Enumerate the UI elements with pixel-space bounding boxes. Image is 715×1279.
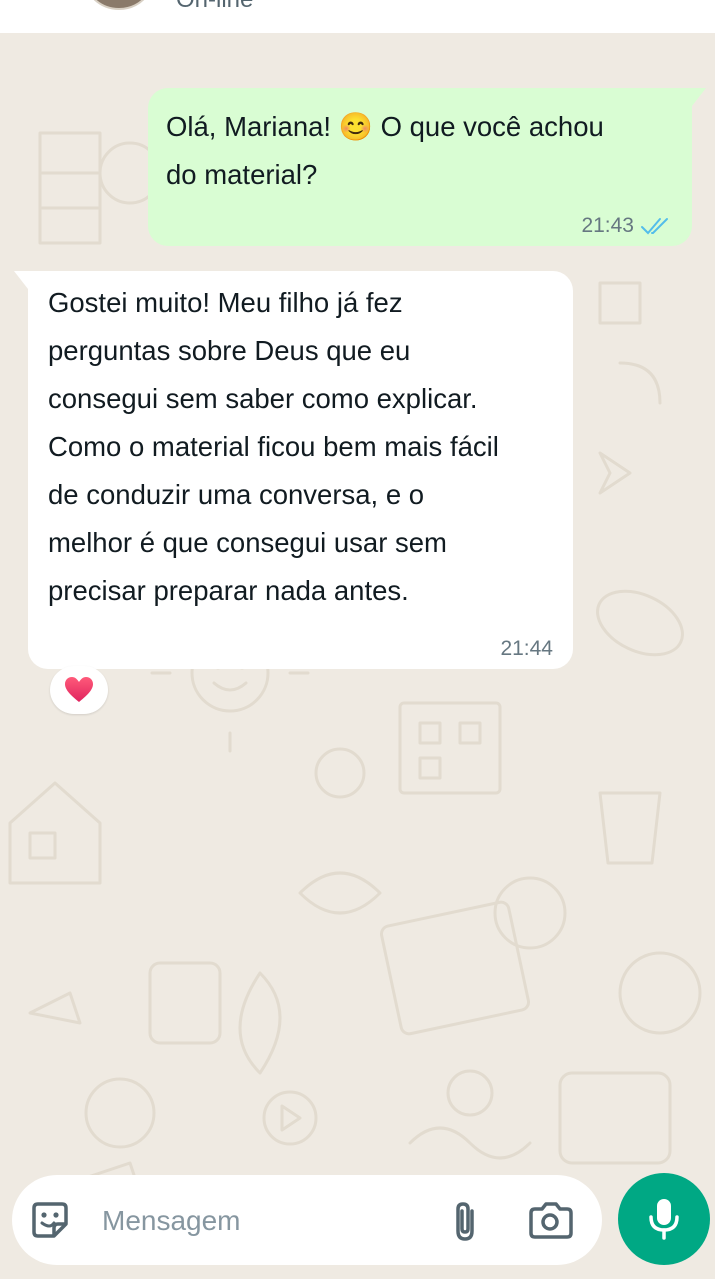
message-line: Gostei muito! Meu filho já fez [48, 287, 403, 318]
message-line: Como o material ficou bem mais fácil [48, 431, 499, 462]
message-meta: 21:43 [581, 214, 672, 238]
contact-status: On-line [176, 0, 253, 14]
message-line: melhor é que consegui usar sem [48, 527, 447, 558]
sticker-icon[interactable] [28, 1198, 72, 1242]
message-line: Olá, Mariana! 😊 O que você achou [166, 111, 604, 142]
chat-header: On-line [0, 0, 715, 33]
chat-area: Olá, Mariana! 😊 O que você achou do mate… [0, 33, 715, 1279]
message-line: de conduzir uma conversa, e o [48, 479, 425, 510]
heart-icon [65, 677, 93, 702]
double-check-read-icon [641, 218, 668, 235]
message-line: do material? [166, 159, 318, 190]
heart-reaction[interactable] [50, 666, 108, 714]
incoming-bubble-tail [14, 271, 28, 289]
camera-icon[interactable] [526, 1199, 574, 1243]
message-meta: 21:44 [500, 637, 553, 661]
mic-button[interactable] [618, 1173, 710, 1265]
attach-icon[interactable] [448, 1199, 484, 1243]
message-line: precisar preparar nada antes. [48, 575, 409, 606]
message-line: perguntas sobre Deus que eu [48, 335, 411, 366]
message-time: 21:44 [500, 637, 553, 660]
message-line: consegui sem saber como explicar. [48, 383, 478, 414]
message-time: 21:43 [581, 214, 634, 237]
outgoing-bubble-tail [692, 88, 706, 106]
incoming-message[interactable]: Gostei muito! Meu filho já fez perguntas… [28, 271, 573, 669]
message-input[interactable]: Mensagem [102, 1205, 241, 1237]
contact-avatar[interactable] [82, 0, 156, 10]
outgoing-message[interactable]: Olá, Mariana! 😊 O que você achou do mate… [148, 88, 692, 246]
mic-icon [649, 1199, 679, 1240]
message-composer: Mensagem [12, 1175, 602, 1265]
